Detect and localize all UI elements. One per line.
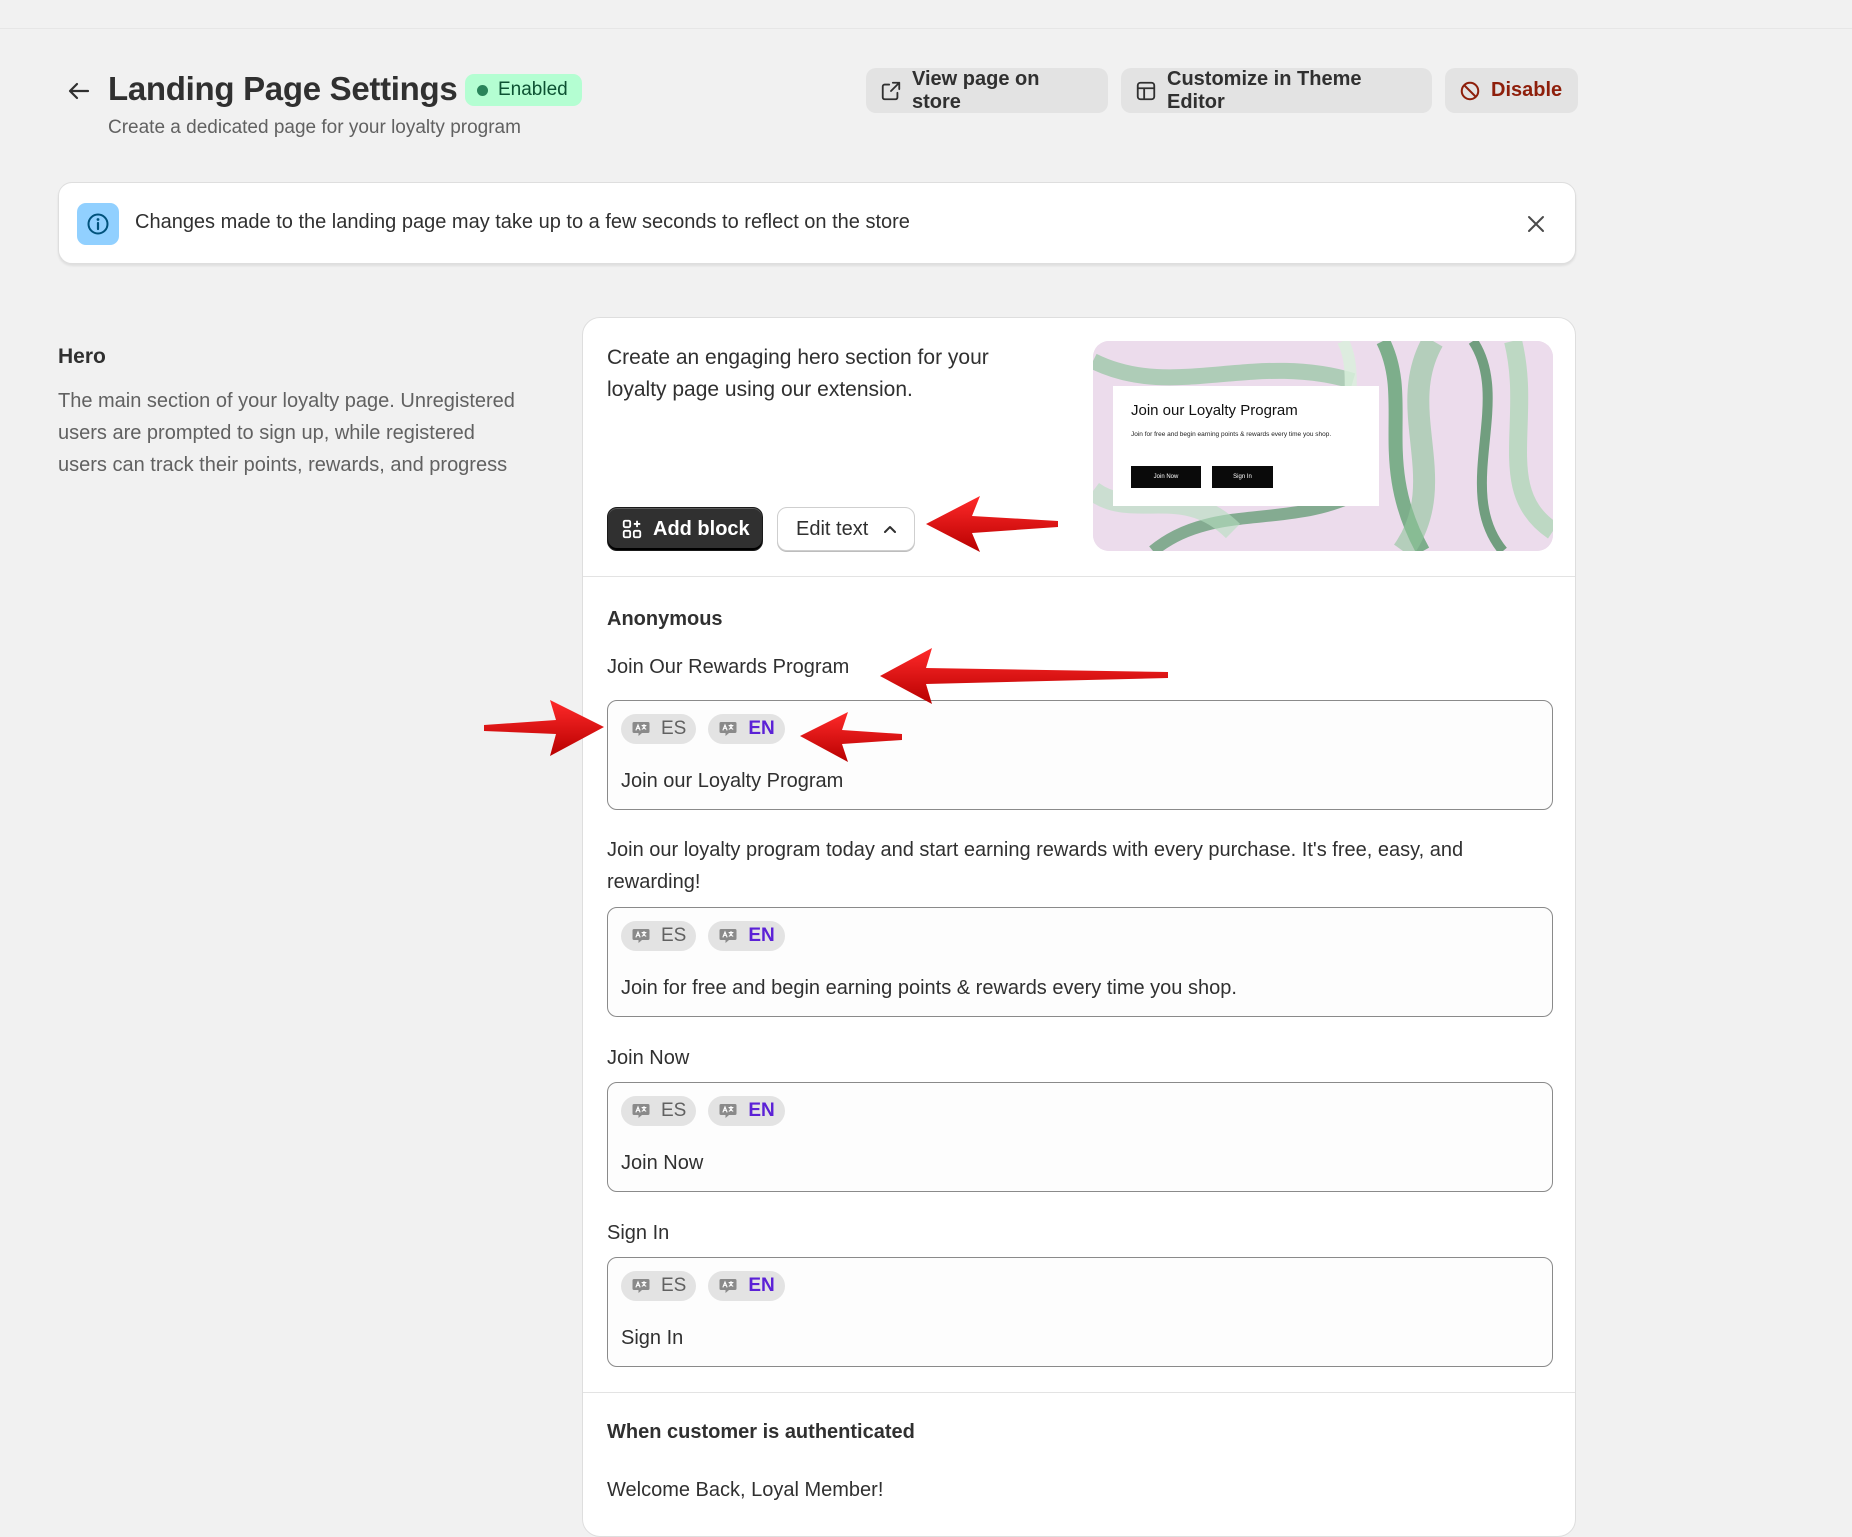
close-icon	[1528, 216, 1544, 232]
language-chip-label: EN	[748, 925, 775, 946]
field-value: Join our Loyalty Program	[621, 770, 844, 792]
preview-join-button: Join Now	[1131, 466, 1201, 488]
translation-field[interactable]: ES EN Join our Loyalty Program	[607, 700, 1553, 810]
preview-title: Join our Loyalty Program	[1131, 402, 1298, 419]
translate-icon	[631, 719, 651, 739]
banner-message: Changes made to the landing page may tak…	[135, 211, 910, 233]
hero-settings-card: Create an engaging hero section for your…	[582, 317, 1576, 1537]
language-chip-en[interactable]: EN	[708, 1096, 785, 1126]
hero-preview-image: Join our Loyalty Program Join for free a…	[1093, 341, 1553, 551]
language-switcher: ES EN	[621, 1096, 785, 1126]
language-chip-en[interactable]: EN	[708, 1271, 785, 1301]
field-value: Join Now	[621, 1152, 704, 1174]
layout-icon	[1136, 81, 1156, 100]
status-dot	[477, 84, 488, 96]
add-block-icon	[622, 519, 642, 539]
language-chip-label: ES	[661, 1275, 687, 1296]
language-chip-label: EN	[748, 718, 775, 739]
field-value: Join for free and begin earning points &…	[621, 977, 1237, 999]
field-label: Join Now	[607, 1047, 690, 1069]
disable-label: Disable	[1491, 79, 1563, 101]
disable-button[interactable]: Disable	[1445, 68, 1578, 113]
customize-theme-label: Customize in Theme Editor	[1167, 67, 1362, 113]
back-arrow-icon	[68, 82, 90, 100]
section-title: Hero	[58, 345, 106, 368]
preview-hero-card: Join our Loyalty Program Join for free a…	[1113, 386, 1379, 506]
language-chip-es[interactable]: ES	[621, 714, 697, 744]
translate-icon	[718, 926, 738, 946]
field-value: Sign In	[621, 1327, 684, 1349]
translate-icon	[631, 926, 651, 946]
external-link-icon	[881, 81, 901, 100]
preview-text: Join for free and begin earning points &…	[1131, 431, 1332, 438]
language-chip-label: ES	[661, 718, 687, 739]
translate-icon	[718, 1101, 738, 1121]
card-divider	[583, 1392, 1575, 1393]
field-label: Join Our Rewards Program	[607, 656, 850, 678]
translate-icon	[718, 1276, 738, 1296]
translation-field[interactable]: ES EN Join Now	[607, 1082, 1553, 1192]
language-chip-es[interactable]: ES	[621, 1271, 697, 1301]
info-banner: Changes made to the landing page may tak…	[58, 182, 1576, 264]
language-chip-label: ES	[661, 1100, 687, 1121]
language-switcher: ES EN	[621, 921, 785, 951]
translation-field[interactable]: ES EN Sign In	[607, 1257, 1553, 1367]
back-button[interactable]	[62, 74, 96, 108]
field-label: Join our loyalty program today and start…	[607, 839, 1464, 893]
close-banner-button[interactable]	[1523, 211, 1549, 237]
translate-icon	[718, 719, 738, 739]
chevron-up-icon	[884, 526, 897, 533]
language-switcher: ES EN	[621, 714, 785, 744]
edit-text-label: Edit text	[796, 517, 869, 540]
add-block-label: Add block	[653, 517, 750, 540]
section-description: The main section of your loyalty page. U…	[58, 390, 515, 476]
language-chip-label: EN	[748, 1100, 775, 1121]
disable-icon	[1460, 81, 1480, 100]
preview-signin-button: Sign In	[1212, 466, 1273, 488]
top-divider	[0, 28, 1852, 29]
view-page-label: View page on store	[912, 67, 1040, 113]
field-label: Welcome Back, Loyal Member!	[607, 1479, 884, 1501]
page-subtitle: Create a dedicated page for your loyalty…	[108, 117, 521, 138]
status-badge: Enabled	[465, 74, 582, 106]
translation-field[interactable]: ES EN Join for free and begin earning po…	[607, 907, 1553, 1017]
anonymous-heading: Anonymous	[607, 608, 723, 630]
language-chip-en[interactable]: EN	[708, 714, 785, 744]
authenticated-heading: When customer is authenticated	[607, 1421, 915, 1443]
language-chip-es[interactable]: ES	[621, 1096, 697, 1126]
language-chip-label: EN	[748, 1275, 775, 1296]
field-label: Sign In	[607, 1222, 670, 1244]
edit-text-button[interactable]: Edit text	[777, 507, 915, 551]
view-page-button[interactable]: View page on store	[866, 68, 1108, 113]
translate-icon	[631, 1276, 651, 1296]
language-switcher: ES EN	[621, 1271, 785, 1301]
status-badge-label: Enabled	[498, 79, 568, 100]
card-divider	[583, 576, 1575, 577]
page-title: Landing Page Settings	[108, 70, 458, 107]
language-chip-es[interactable]: ES	[621, 921, 697, 951]
language-chip-label: ES	[661, 925, 687, 946]
info-icon	[77, 203, 119, 245]
language-chip-en[interactable]: EN	[708, 921, 785, 951]
customize-theme-button[interactable]: Customize in Theme Editor	[1121, 68, 1432, 113]
hero-intro-text: Create an engaging hero section for your…	[607, 346, 989, 401]
translate-icon	[631, 1101, 651, 1121]
add-block-button[interactable]: Add block	[607, 507, 763, 551]
